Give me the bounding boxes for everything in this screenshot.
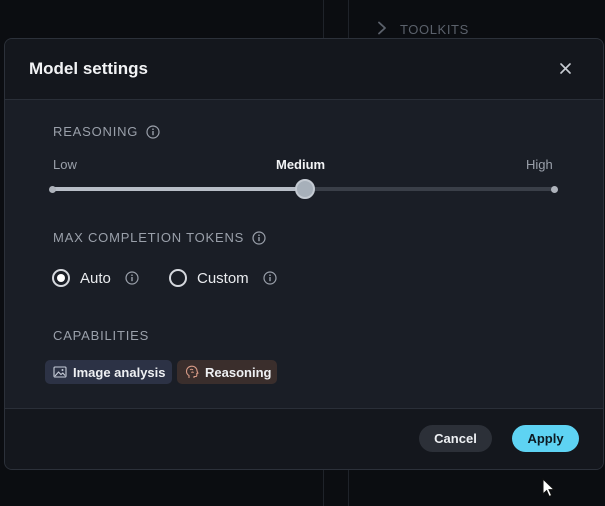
radio-button-auto[interactable] [52,269,70,287]
dialog-footer: Cancel Apply [5,408,603,469]
info-icon[interactable] [125,271,139,285]
image-icon [53,365,67,379]
radio-label-custom: Custom [197,269,249,287]
capability-chip-reasoning: Reasoning [177,360,278,384]
capabilities-label: CAPABILITIES [53,328,150,343]
mouse-pointer-icon [542,477,556,498]
reasoning-section-label: REASONING [53,124,160,139]
capability-label: Reasoning [205,364,272,380]
info-icon[interactable] [146,124,160,139]
radio-label-auto: Auto [80,269,111,287]
radio-selected-dot [57,274,65,282]
capability-chip-image-analysis: Image analysis [45,360,172,384]
level-label-medium: Medium [276,157,326,172]
slider-stop-low [49,186,56,193]
reasoning-slider-thumb[interactable] [294,179,315,199]
chevron-right-icon [376,21,388,38]
radio-button-custom[interactable] [169,269,187,287]
radio-option-auto[interactable]: Auto [52,268,139,288]
info-icon[interactable] [252,230,266,245]
capabilities-section-label: CAPABILITIES [53,328,149,343]
close-button[interactable] [553,61,577,79]
slider-stop-high [551,186,558,193]
toolkits-section-toggle[interactable]: TOOLKITS [376,20,469,38]
level-label-low: Low [53,157,77,172]
close-icon [559,61,571,79]
cancel-button[interactable]: Cancel [419,425,492,452]
capability-label: Image analysis [73,364,166,380]
radio-option-custom[interactable]: Custom [169,268,277,288]
max-tokens-label: MAX COMPLETION TOKENS [53,230,245,245]
reasoning-label: REASONING [53,124,139,139]
toolkits-label: TOOLKITS [400,21,469,37]
dialog-header: Model settings [5,39,603,100]
info-icon[interactable] [263,271,277,285]
brain-head-icon [185,365,199,379]
dialog-title: Model settings [29,59,149,78]
level-label-high: High [526,157,553,172]
reasoning-slider-fill [53,187,305,191]
model-settings-dialog: Model settings REASONING Low Medium High… [4,38,604,470]
max-tokens-section-label: MAX COMPLETION TOKENS [53,230,266,245]
apply-button[interactable]: Apply [512,425,579,452]
